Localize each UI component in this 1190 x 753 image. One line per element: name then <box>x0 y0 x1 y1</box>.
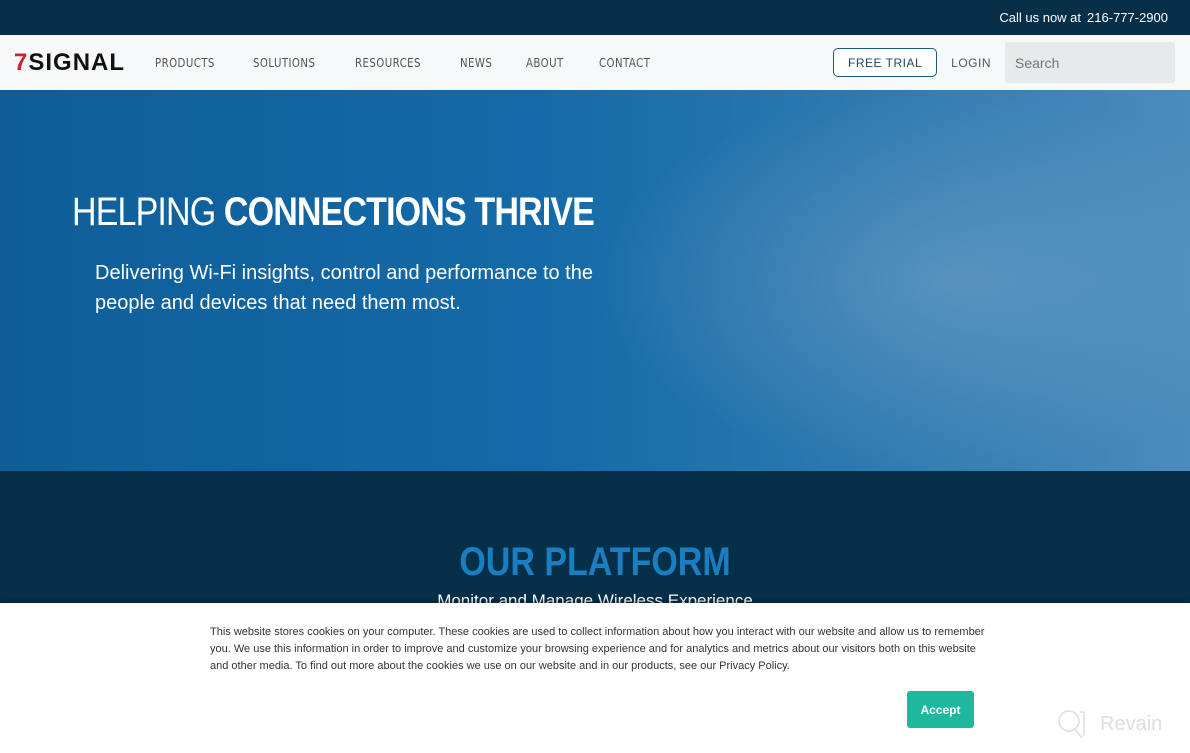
nav-news[interactable]: NEWS <box>460 56 492 70</box>
hero-title: HELPING CONNECTIONS THRIVE <box>72 190 595 235</box>
nav-solutions[interactable]: SOLUTIONS <box>253 56 315 70</box>
logo-digit: 7 <box>14 48 29 76</box>
nav-products[interactable]: PRODUCTS <box>155 56 215 70</box>
hero-banner: HELPING CONNECTIONS THRIVE Delivering Wi… <box>0 90 1190 471</box>
search-input[interactable] <box>1005 42 1175 83</box>
hero-title-bold: CONNECTIONS THRIVE <box>223 190 595 234</box>
hero-title-light: HELPING <box>72 190 216 234</box>
main-nav: 7SIGNAL PRODUCTS SOLUTIONS RESOURCES NEW… <box>0 35 1190 90</box>
call-label: Call us now at <box>999 10 1082 25</box>
nav-contact[interactable]: CONTACT <box>599 56 650 70</box>
hero-background-image <box>590 90 1190 471</box>
top-bar: Call us now at 216-777-2900 <box>0 0 1190 35</box>
nav-resources[interactable]: RESOURCES <box>355 56 421 70</box>
accept-button[interactable]: Accept <box>907 691 974 728</box>
nav-about[interactable]: ABOUT <box>526 56 564 70</box>
logo[interactable]: 7SIGNAL <box>14 49 125 77</box>
logo-text: SIGNAL <box>28 48 126 76</box>
revain-text: Revain <box>1100 712 1163 735</box>
free-trial-button[interactable]: FREE TRIAL <box>833 48 938 77</box>
revain-watermark: Revain <box>1056 708 1162 740</box>
cookie-text: This website stores cookies on your comp… <box>210 626 985 672</box>
login-link[interactable]: LOGIN <box>951 56 991 70</box>
hero-subtitle: Delivering Wi-Fi insights, control and p… <box>95 262 593 314</box>
cookie-banner: This website stores cookies on your comp… <box>0 603 1190 753</box>
phone-link[interactable]: 216-777-2900 <box>1087 10 1168 25</box>
revain-logo-icon <box>1058 710 1085 739</box>
platform-section: OUR PLATFORM Monitor and Manage Wireless… <box>0 540 1190 611</box>
platform-title: OUR PLATFORM <box>459 540 731 584</box>
